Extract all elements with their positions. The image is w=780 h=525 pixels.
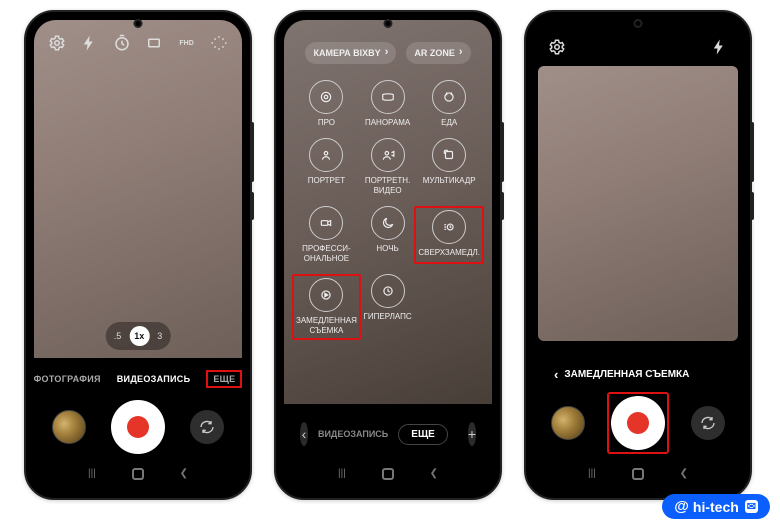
camera-notch: [384, 19, 393, 28]
ratio-icon[interactable]: [145, 34, 163, 52]
camera-notch: [634, 19, 643, 28]
ar-zone-button[interactable]: AR ZONE›: [406, 42, 470, 64]
phone-1: FHD .5 1x 3 ФОТОГРАФИЯ ВИДЕОЗАПИСЬ ЕЩЕ: [24, 10, 252, 500]
zoom-current[interactable]: 1x: [129, 326, 149, 346]
shutter-button[interactable]: [611, 396, 665, 450]
nav-home[interactable]: [382, 468, 394, 480]
phone-3: ‹ ЗАМЕДЛЕННАЯ СЪЕМКА ||| ❮: [524, 10, 752, 500]
resolution-icon[interactable]: FHD: [178, 34, 196, 52]
shutter-button[interactable]: [111, 400, 165, 454]
mail-icon: ✉: [745, 500, 758, 513]
nav-recent[interactable]: |||: [338, 468, 346, 480]
phone-2: КАМЕРА BIXBY› AR ZONE› ПРО ПАНОРАМА ЕДА …: [274, 10, 502, 500]
zoom-selector[interactable]: .5 1x 3: [106, 322, 171, 350]
filters-icon[interactable]: [210, 34, 228, 52]
modes-grid: ПРО ПАНОРАМА ЕДА ПОРТРЕТ ПОРТРЕТН. ВИДЕО…: [284, 70, 492, 344]
mode-night[interactable]: НОЧЬ: [361, 206, 415, 264]
chevron-right-icon: ›: [385, 46, 389, 58]
mode-food[interactable]: ЕДА: [414, 80, 484, 128]
nav-recent[interactable]: |||: [88, 468, 96, 480]
flash-icon[interactable]: [80, 34, 98, 52]
nav-back[interactable]: ❮: [180, 468, 188, 480]
nav-home[interactable]: [132, 468, 144, 480]
mode-super-slow-mo[interactable]: СВЕРХЗАМЕДЛ.: [418, 210, 480, 258]
add-mode-button[interactable]: +: [468, 422, 476, 446]
scroll-left-button[interactable]: ‹: [300, 422, 308, 446]
mode-more[interactable]: ЕЩЕ: [206, 370, 242, 388]
at-icon: @: [674, 498, 689, 515]
switch-camera-button[interactable]: [691, 406, 725, 440]
camera-notch: [134, 19, 143, 28]
watermark: @hi-tech✉: [662, 494, 770, 519]
mode-photo[interactable]: ФОТОГРАФИЯ: [34, 374, 101, 384]
phones-row: FHD .5 1x 3 ФОТОГРАФИЯ ВИДЕОЗАПИСЬ ЕЩЕ: [0, 0, 780, 510]
mode-hyperlapse[interactable]: ГИПЕРЛАПС: [361, 274, 415, 340]
zoom-high[interactable]: 3: [157, 331, 162, 341]
chevron-left-icon: ‹: [554, 367, 558, 382]
viewfinder[interactable]: [538, 66, 738, 341]
bixby-camera-button[interactable]: КАМЕРА BIXBY›: [305, 42, 396, 64]
mode-pro[interactable]: ПРО: [292, 80, 361, 128]
nav-recent[interactable]: |||: [588, 468, 596, 480]
mode-video[interactable]: ВИДЕОЗАПИСЬ: [318, 429, 388, 439]
gallery-thumbnail[interactable]: [52, 410, 86, 444]
nav-home[interactable]: [632, 468, 644, 480]
timer-icon[interactable]: [113, 34, 131, 52]
viewfinder[interactable]: FHD .5 1x 3: [34, 20, 242, 358]
mode-slow-motion[interactable]: ЗАМЕДЛЕННАЯ СЪЕМКА: [296, 278, 357, 336]
switch-camera-button[interactable]: [190, 410, 224, 444]
settings-icon[interactable]: [48, 34, 66, 52]
android-nav: ||| ❮: [290, 460, 486, 488]
mode-single-take[interactable]: МУЛЬТИКАДР: [414, 138, 484, 196]
mode-video[interactable]: ВИДЕОЗАПИСЬ: [117, 374, 191, 384]
gallery-thumbnail[interactable]: [551, 406, 585, 440]
nav-back[interactable]: ❮: [680, 468, 688, 480]
android-nav: ||| ❮: [540, 460, 736, 488]
mode-portrait[interactable]: ПОРТРЕТ: [292, 138, 361, 196]
settings-icon[interactable]: [548, 38, 566, 56]
mode-panorama[interactable]: ПАНОРАМА: [361, 80, 415, 128]
zoom-low[interactable]: .5: [114, 331, 122, 341]
mode-pro-video[interactable]: ПРОФЕССИ- ОНАЛЬНОЕ: [292, 206, 361, 264]
mode-panel: КАМЕРА BIXBY› AR ZONE› ПРО ПАНОРАМА ЕДА …: [284, 20, 492, 404]
android-nav: ||| ❮: [40, 460, 236, 488]
mode-portrait-video[interactable]: ПОРТРЕТН. ВИДЕО: [361, 138, 415, 196]
flash-icon[interactable]: [710, 38, 728, 56]
mode-title[interactable]: ‹ ЗАМЕДЛЕННАЯ СЪЕМКА: [540, 355, 736, 392]
chevron-right-icon: ›: [459, 46, 463, 58]
mode-more-selected[interactable]: ЕЩЕ: [398, 424, 448, 445]
nav-back[interactable]: ❮: [430, 468, 438, 480]
